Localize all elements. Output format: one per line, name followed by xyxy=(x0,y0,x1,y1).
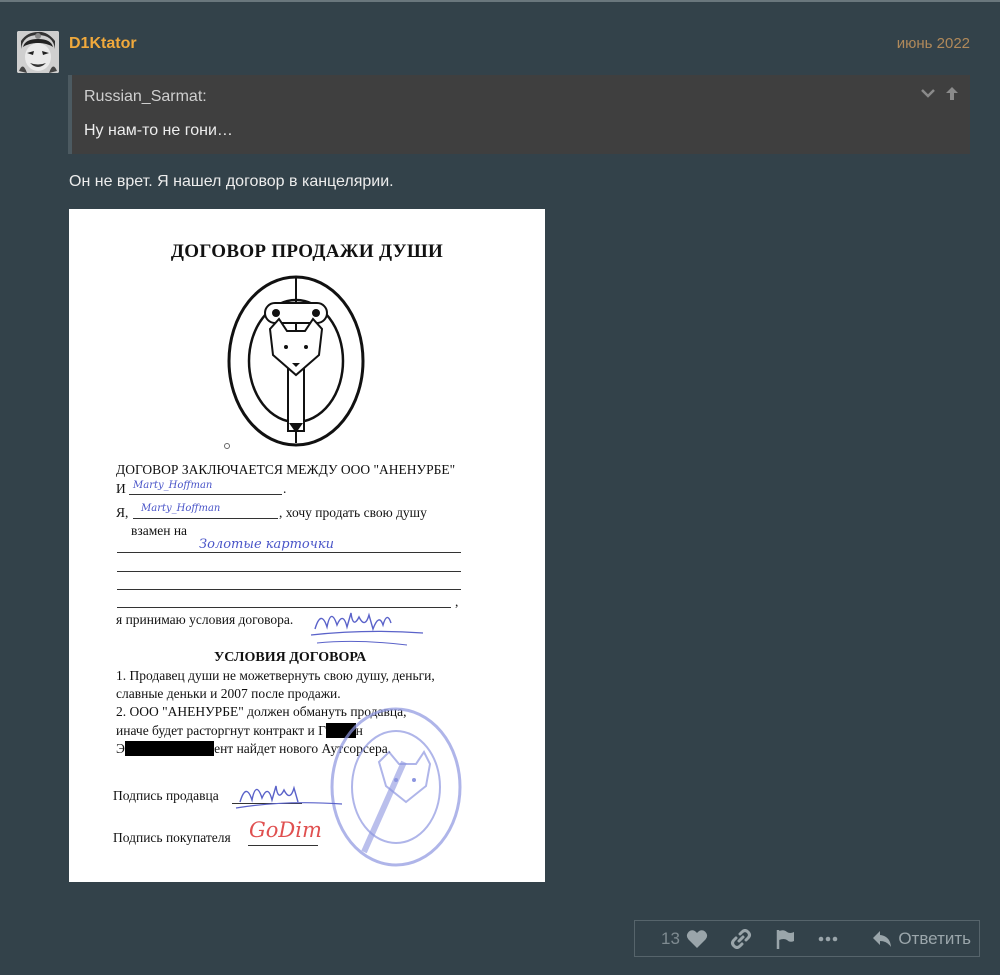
blank-line xyxy=(129,494,282,495)
chevron-down-icon[interactable] xyxy=(920,85,936,101)
contract-image[interactable]: ДОГОВОР ПРОДАЖИ ДУШИ ДОГОВОР ЗАКЛЮЧАЕТСЯ… xyxy=(69,209,545,882)
more-icon[interactable] xyxy=(817,929,839,949)
signature-seller-bottom-icon xyxy=(235,785,343,809)
handwritten-name-2: Marty_Hoffman xyxy=(141,503,221,514)
seller-signature-label: Подпись продавца xyxy=(113,788,219,803)
doc-line-4: взамен на xyxy=(131,523,188,538)
doc-title: ДОГОВОР ПРОДАЖИ ДУШИ xyxy=(170,241,444,262)
doc-period: . xyxy=(283,481,287,496)
conditions-heading: УСЛОВИЯ ДОГОВОРА xyxy=(214,650,367,665)
blank-line xyxy=(133,518,278,519)
doc-line-1: ДОГОВОР ЗАКЛЮЧАЕТСЯ МЕЖДУ ООО "АНЕНУРБЕ" xyxy=(116,462,456,477)
quote-block: Russian_Sarmat: Ну нам-то не гони… xyxy=(68,75,970,154)
blank-line xyxy=(117,571,461,572)
handwritten-item: Золотые карточки xyxy=(199,537,334,552)
post-actions: 13 Ответить xyxy=(634,920,980,957)
post-body-text: Он не врет. Я нашел договор в канцелярии… xyxy=(69,173,394,190)
blank-line xyxy=(117,552,461,553)
seal-emblem-icon xyxy=(224,275,365,449)
top-divider xyxy=(0,0,1000,2)
reply-icon xyxy=(873,931,892,947)
post-date[interactable]: июнь 2022 xyxy=(897,35,970,52)
reply-label: Ответить xyxy=(898,929,971,948)
arrow-up-icon[interactable] xyxy=(944,85,960,101)
doc-accept: я принимаю условия договора. xyxy=(116,612,294,627)
reply-button[interactable]: Ответить xyxy=(872,927,971,951)
doc-comma: , xyxy=(455,594,459,609)
blank-line xyxy=(248,845,318,846)
signature-seller-top-icon xyxy=(310,612,424,646)
condition-2b-prefix: иначе будет расторгнут контракт и Г xyxy=(116,723,326,738)
redaction-bar: ▮▮▮▮▮▮▮▮▮▮▮▮ xyxy=(124,741,215,756)
username[interactable]: D1Ktator xyxy=(69,35,137,53)
user-avatar[interactable] xyxy=(17,31,59,73)
flag-icon[interactable] xyxy=(775,929,797,949)
like-count[interactable]: 13 xyxy=(661,929,680,949)
stamp-seal-icon xyxy=(330,707,462,867)
buyer-signature-label: Подпись покупателя xyxy=(113,830,231,845)
doc-line-2-prefix: И xyxy=(116,481,126,496)
condition-3-prefix: Э xyxy=(116,741,125,756)
link-icon[interactable] xyxy=(730,929,752,949)
quote-author[interactable]: Russian_Sarmat: xyxy=(84,88,207,106)
handwritten-buyer-signature: GoDim xyxy=(249,818,322,842)
quote-controls xyxy=(920,85,960,101)
quote-text: Ну нам-то не гони… xyxy=(84,122,233,139)
blank-line xyxy=(117,589,461,590)
handwritten-name-1: Marty_Hoffman xyxy=(133,480,213,491)
doc-line-3-prefix: Я, xyxy=(116,505,129,520)
condition-1b: славные деньки и 2007 после продажи. xyxy=(116,686,341,701)
heart-icon[interactable] xyxy=(686,929,708,949)
condition-1a: 1. Продавец души не можетвернуть свою ду… xyxy=(116,668,435,683)
doc-line-3-suffix: , хочу продать свою душу xyxy=(279,505,427,520)
